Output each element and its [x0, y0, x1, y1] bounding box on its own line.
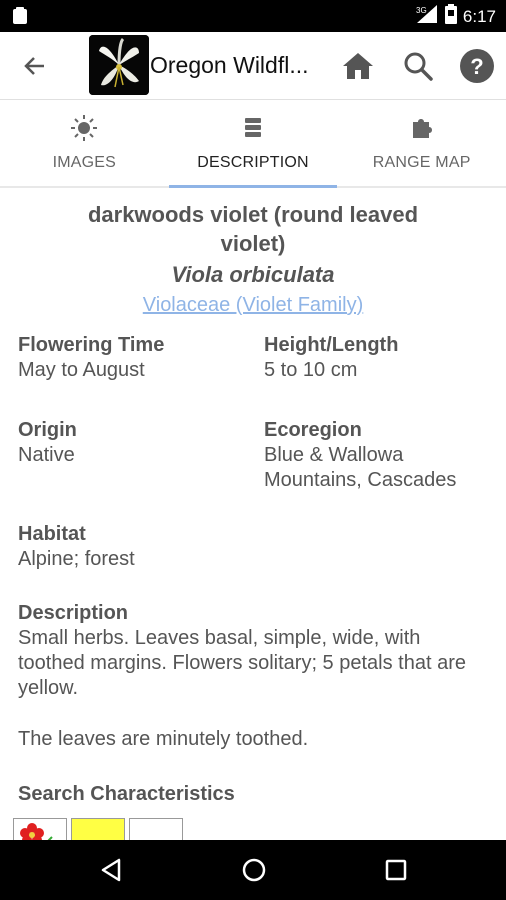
puzzle-icon: [408, 114, 436, 142]
description-note: The leaves are minutely toothed.: [18, 728, 309, 750]
habitat-field: Habitat Alpine; forest: [18, 521, 488, 572]
common-name: darkwoods violet (round leaved violet): [87, 202, 419, 256]
ecoregion-value: Blue & Wallowa Mountains, Cascades: [264, 444, 457, 491]
tab-description[interactable]: DESCRIPTION: [168, 100, 338, 188]
app-title: Oregon Wildfl...: [150, 52, 309, 78]
tab-images-label: IMAGES: [52, 154, 117, 171]
height-label: Height/Length: [264, 334, 399, 356]
height-field: Height/Length 5 to 10 cm: [264, 332, 494, 383]
signal-icon: 3G: [415, 4, 439, 29]
app-bar: Oregon Wildfl... ?: [0, 32, 506, 100]
status-bar: 3G 6:17: [0, 0, 506, 32]
flowering-time-value: May to August: [18, 359, 145, 381]
notification-icon: [12, 7, 28, 30]
tab-bar: IMAGES DESCRIPTION RANGE MAP: [0, 100, 506, 188]
description-field: Description Small herbs. Leaves basal, s…: [18, 600, 488, 752]
svg-text:3G: 3G: [416, 6, 427, 15]
origin-value: Native: [18, 444, 75, 466]
app-logo: [89, 35, 149, 95]
list-icon: [239, 114, 267, 142]
battery-icon: [444, 4, 457, 29]
search-characteristics-field: Search Characteristics: [18, 781, 488, 807]
back-triangle-icon[interactable]: [97, 855, 127, 885]
ecoregion-label: Ecoregion: [264, 419, 362, 441]
home-circle-icon[interactable]: [239, 855, 269, 885]
description-text: Small herbs. Leaves basal, simple, wide,…: [18, 627, 466, 699]
tab-images[interactable]: IMAGES: [0, 100, 169, 186]
flower-shape-icon[interactable]: [13, 818, 67, 840]
description-content: darkwoods violet (round leaved violet) V…: [0, 190, 506, 840]
tab-range-map[interactable]: RANGE MAP: [337, 100, 506, 186]
navigation-bar: [0, 840, 506, 900]
origin-label: Origin: [18, 419, 77, 441]
flowering-time-label: Flowering Time: [18, 334, 165, 356]
help-icon[interactable]: ?: [459, 48, 495, 84]
petal-count-icon[interactable]: [129, 818, 183, 840]
recents-square-icon[interactable]: [381, 855, 411, 885]
svg-text:?: ?: [470, 54, 483, 79]
description-label: Description: [18, 602, 129, 624]
scientific-name: Viola orbiculata: [171, 262, 335, 287]
ecoregion-field: Ecoregion Blue & Wallowa Mountains, Casc…: [264, 417, 489, 493]
origin-field: Origin Native: [18, 417, 248, 468]
status-time: 6:17: [462, 6, 496, 26]
characteristic-swatches: [13, 818, 183, 840]
home-icon[interactable]: [340, 48, 376, 84]
color-yellow[interactable]: [71, 818, 125, 840]
family-link[interactable]: Violaceae (Violet Family): [0, 294, 506, 317]
tab-description-label: DESCRIPTION: [197, 154, 309, 171]
flowering-time-field: Flowering Time May to August: [18, 332, 248, 383]
search-icon[interactable]: [400, 48, 436, 84]
back-arrow-icon[interactable]: [20, 52, 50, 80]
search-characteristics-label: Search Characteristics: [18, 783, 235, 805]
habitat-value: Alpine; forest: [18, 548, 135, 570]
height-value: 5 to 10 cm: [264, 359, 358, 381]
sun-icon: [70, 114, 98, 142]
habitat-label: Habitat: [18, 523, 86, 545]
tab-range-map-label: RANGE MAP: [372, 154, 471, 171]
